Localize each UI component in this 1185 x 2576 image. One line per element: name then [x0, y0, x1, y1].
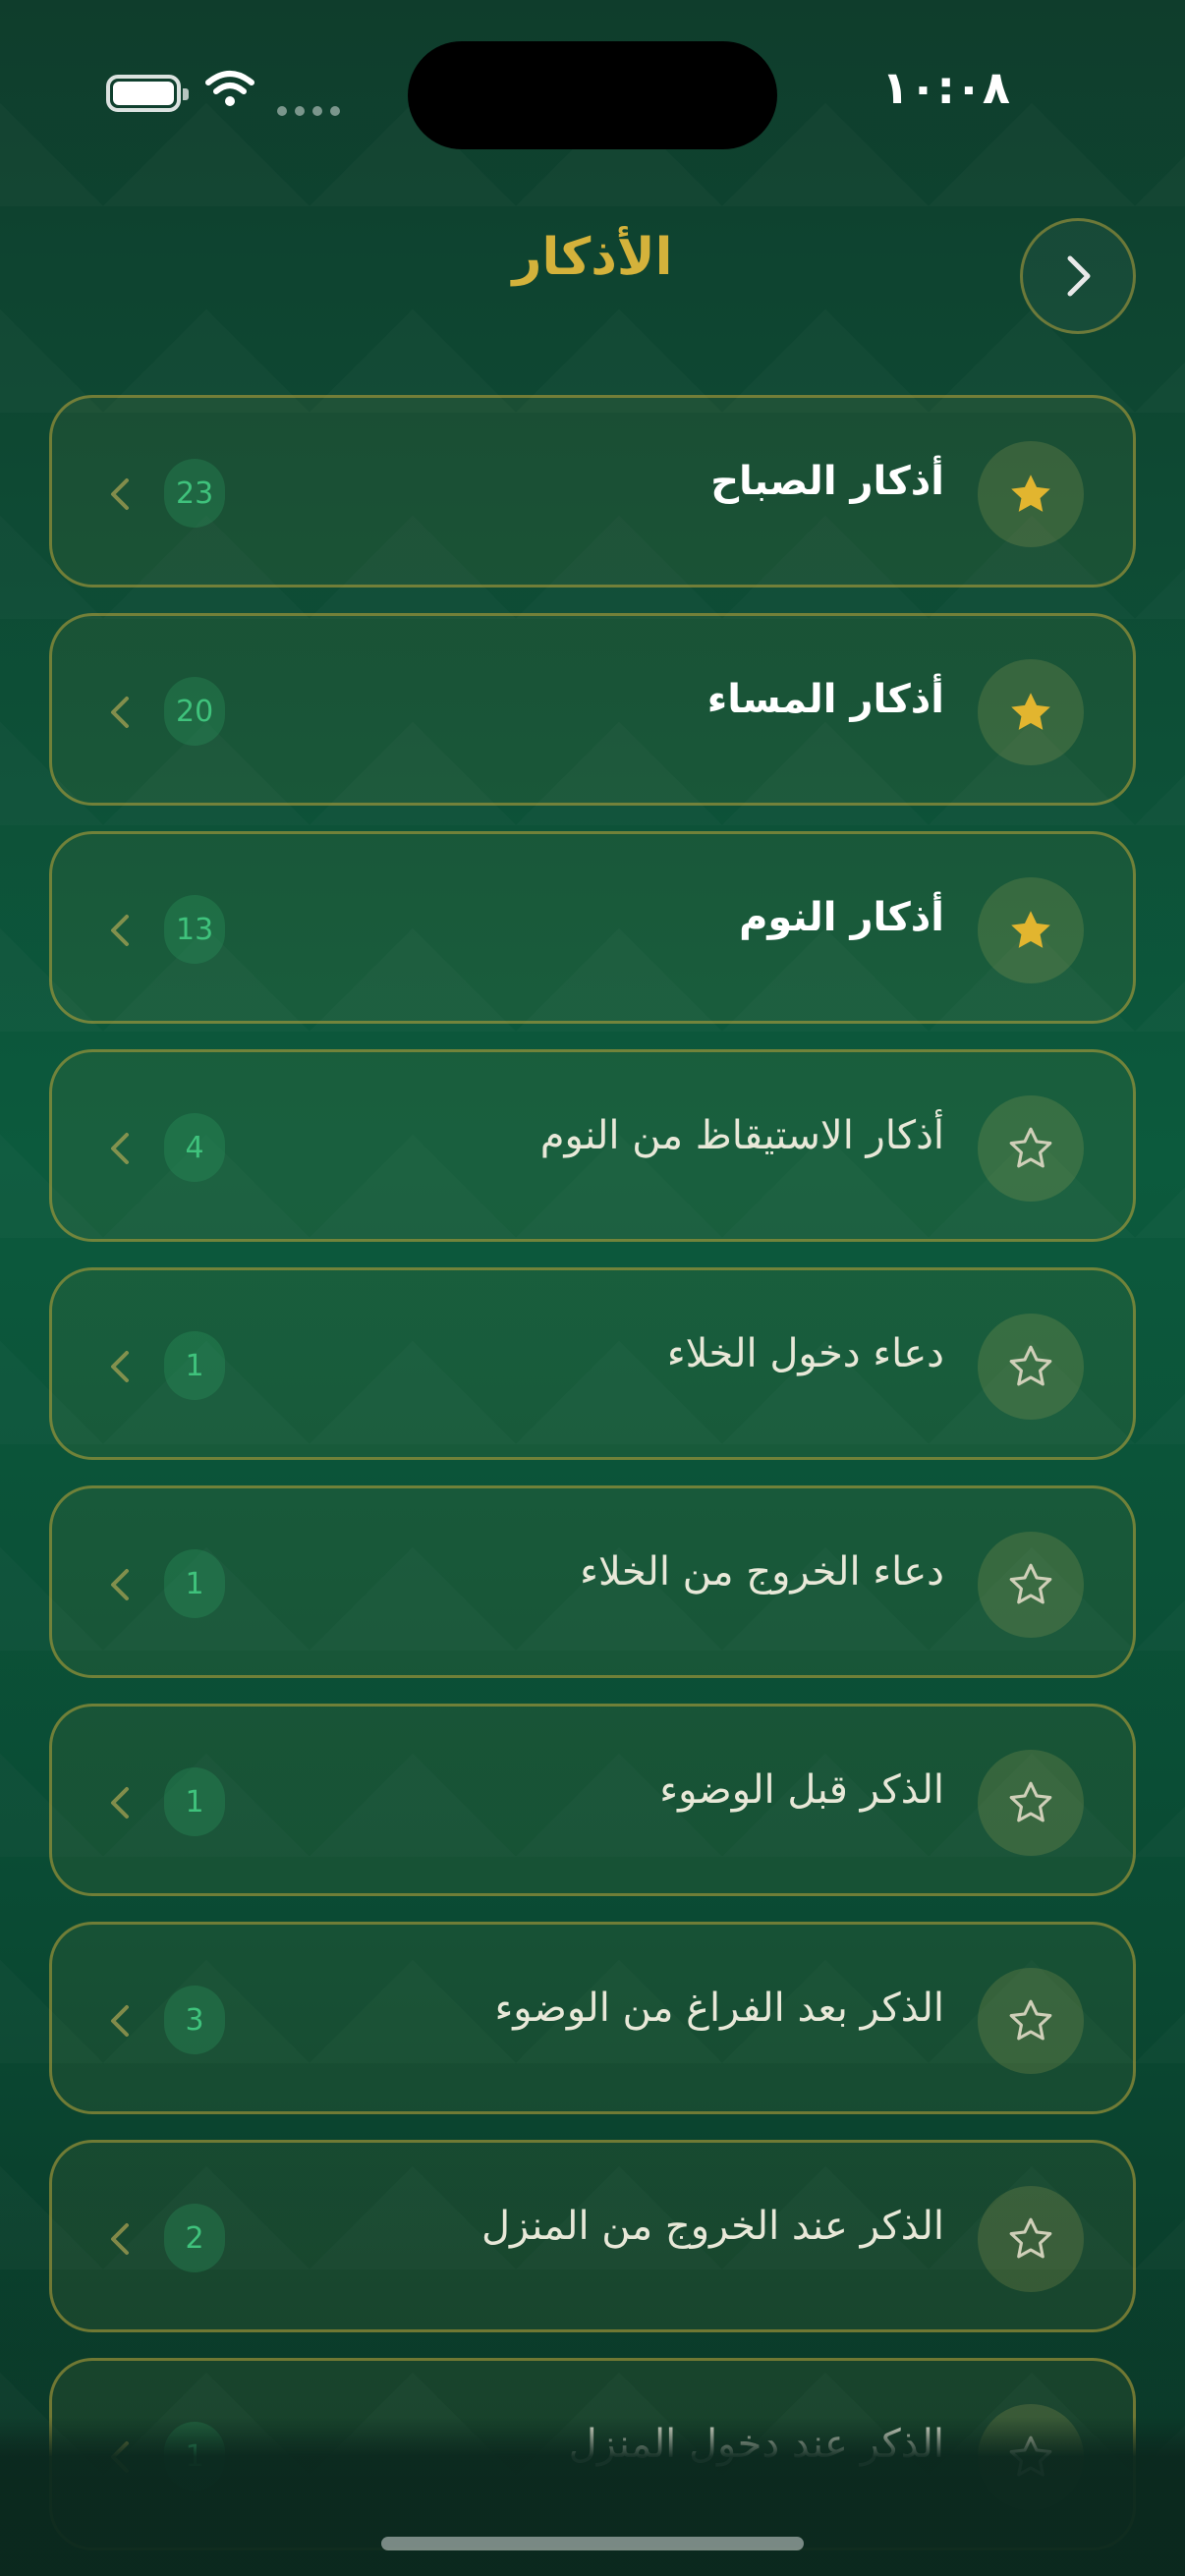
count-badge: 2: [164, 2204, 225, 2272]
list-item-label: أذكار المساء: [706, 677, 944, 722]
chevron-left-icon: [111, 1133, 129, 1164]
count-badge: 23: [164, 459, 226, 528]
list-item[interactable]: دعاء دخول الخلاء 1: [49, 1267, 1136, 1460]
list-item-label: دعاء الخروج من الخلاء: [580, 1549, 944, 1595]
star-filled-icon: [1011, 693, 1050, 730]
dynamic-island: [408, 41, 777, 149]
list-item[interactable]: أذكار النوم 13: [49, 831, 1136, 1024]
status-bar: ١٠:٠٨: [0, 0, 1185, 187]
chevron-left-icon: [111, 1351, 129, 1382]
wifi-icon: [205, 71, 254, 106]
list-item[interactable]: الذكر بعد الفراغ من الوضوء 3: [49, 1922, 1136, 2114]
list-item-label: الذكر قبل الوضوء: [659, 1767, 944, 1813]
list-item-label: أذكار النوم: [739, 895, 944, 940]
star-filled-icon: [1011, 475, 1050, 512]
chevron-left-icon: [111, 915, 129, 946]
back-button[interactable]: [1020, 218, 1136, 334]
star-outline-icon: [1009, 2217, 1052, 2259]
count-badge: 20: [164, 677, 226, 746]
star-outline-icon: [1009, 1781, 1052, 1822]
favorite-button[interactable]: [978, 1968, 1084, 2074]
chevron-left-icon: [111, 1569, 129, 1600]
favorite-button[interactable]: [978, 1314, 1084, 1420]
list-item-label: دعاء دخول الخلاء: [666, 1331, 944, 1376]
list-item-label: أذكار الصباح: [710, 459, 944, 504]
list-item[interactable]: أذكار الصباح 23: [49, 395, 1136, 588]
list-item[interactable]: الذكر عند الخروج من المنزل 2: [49, 2140, 1136, 2332]
favorite-button[interactable]: [978, 659, 1084, 765]
list-item-label: أذكار الاستيقاظ من النوم: [539, 1113, 944, 1158]
star-outline-icon: [1009, 1127, 1052, 1168]
count-badge: 1: [164, 1331, 225, 1400]
list-item-label: الذكر عند الخروج من المنزل: [480, 2204, 944, 2249]
home-indicator[interactable]: [381, 2537, 804, 2550]
list-item[interactable]: أذكار الاستيقاظ من النوم 4: [49, 1049, 1136, 1242]
star-filled-icon: [1011, 911, 1050, 948]
favorite-button[interactable]: [978, 1095, 1084, 1202]
chevron-left-icon: [111, 2005, 129, 2037]
favorite-button[interactable]: [978, 1532, 1084, 1638]
favorite-button[interactable]: [978, 1750, 1084, 1856]
count-badge: 13: [164, 895, 226, 964]
list-item[interactable]: الذكر قبل الوضوء 1: [49, 1704, 1136, 1896]
chevron-left-icon: [111, 1787, 129, 1819]
favorite-button[interactable]: [978, 441, 1084, 547]
chevron-left-icon: [111, 697, 129, 728]
chevron-left-icon: [111, 2223, 129, 2255]
star-outline-icon: [1009, 1999, 1052, 2041]
battery-icon: [106, 75, 189, 112]
header: الأذكار: [0, 196, 1185, 344]
list-item[interactable]: دعاء الخروج من الخلاء 1: [49, 1485, 1136, 1678]
favorite-button[interactable]: [978, 877, 1084, 983]
count-badge: 1: [164, 1767, 225, 1836]
page-title: الأذكار: [512, 228, 673, 287]
list-item[interactable]: أذكار المساء 20: [49, 613, 1136, 806]
count-badge: 3: [164, 1986, 225, 2054]
star-outline-icon: [1009, 1345, 1052, 1386]
adhkar-list: أذكار الصباح 23 أذكار المساء 20 أذكار النوم 1…: [49, 395, 1136, 2576]
signal-icon: [277, 106, 340, 116]
list-item-label: الذكر بعد الفراغ من الوضوء: [494, 1986, 944, 2031]
count-badge: 1: [164, 1549, 225, 1618]
chevron-left-icon: [111, 478, 129, 510]
favorite-button[interactable]: [978, 2186, 1084, 2292]
star-outline-icon: [1009, 1563, 1052, 1604]
chevron-right-icon: [1067, 255, 1091, 297]
bottom-fade: [0, 2417, 1185, 2576]
count-badge: 4: [164, 1113, 225, 1182]
status-time: ١٠:٠٨: [881, 61, 1010, 114]
